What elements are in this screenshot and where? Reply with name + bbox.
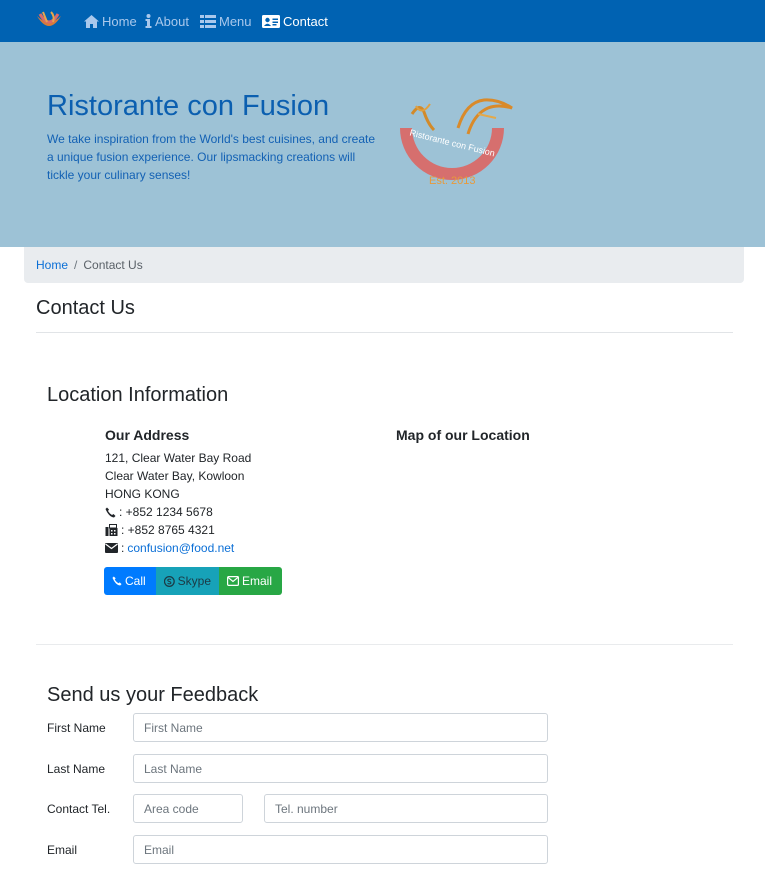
fax-row: : +852 8765 4321: [105, 521, 251, 539]
phone-row: : +852 1234 5678: [105, 503, 251, 521]
logo-name-text: Ristorante con Fusion: [409, 128, 496, 159]
nav-about-label: About: [155, 13, 189, 29]
nav-contact[interactable]: Contact: [262, 12, 328, 30]
skype-icon: [164, 575, 175, 587]
envelope-icon: [105, 543, 118, 553]
nav-home-label: Home: [102, 13, 137, 29]
email-input[interactable]: [133, 835, 548, 864]
breadcrumb: Home / Contact Us: [24, 247, 744, 283]
email-prefix: :: [121, 541, 125, 555]
fax-icon: [105, 524, 118, 536]
info-icon: [145, 14, 152, 28]
tel-number-input[interactable]: [264, 794, 548, 823]
restaurant-logo: Ristorante con Fusion Est. 2013: [400, 98, 513, 187]
address-block: 121, Clear Water Bay Road Clear Water Ba…: [105, 449, 251, 557]
first-name-label: First Name: [47, 721, 106, 735]
email-row: : confusion@food.net: [105, 539, 251, 557]
logo-est-text: Est. 2013: [429, 175, 475, 187]
phone-number: : +852 1234 5678: [119, 505, 213, 519]
envelope-icon: [227, 576, 239, 586]
nav-menu[interactable]: Menu: [200, 12, 252, 30]
jumbotron: Ristorante con Fusion We take inspiratio…: [0, 42, 765, 247]
phone-icon: [112, 576, 122, 586]
nav-contact-label: Contact: [283, 13, 328, 29]
home-icon: [84, 14, 99, 28]
email-link[interactable]: confusion@food.net: [127, 539, 234, 557]
nav-about[interactable]: About: [145, 12, 189, 30]
address-line-2: Clear Water Bay, Kowloon: [105, 469, 245, 483]
address-line-1: 121, Clear Water Bay Road: [105, 451, 252, 465]
address-card-icon: [262, 14, 280, 28]
first-name-input[interactable]: [133, 713, 548, 742]
nav-menu-label: Menu: [219, 13, 252, 29]
list-icon: [200, 14, 216, 28]
navbar: Home About Menu Contact: [0, 0, 765, 42]
last-name-label: Last Name: [47, 762, 106, 776]
call-button-label: Call: [125, 574, 146, 588]
contact-button-group: Call Skype Email: [104, 567, 282, 595]
page-title: Contact Us: [36, 297, 135, 319]
brand-logo[interactable]: [34, 8, 64, 34]
jumbotron-text: We take inspiration from the World's bes…: [47, 132, 376, 182]
map-title: Map of our Location: [396, 427, 530, 443]
divider: [36, 332, 733, 333]
location-title: Location Information: [47, 384, 229, 406]
divider: [36, 644, 733, 645]
address-line-3: HONG KONG: [105, 487, 180, 501]
address-title: Our Address: [105, 427, 190, 443]
nav-home[interactable]: Home: [84, 12, 137, 30]
email-button-label: Email: [242, 574, 273, 588]
phone-icon: [105, 507, 116, 517]
feedback-title: Send us your Feedback: [47, 684, 259, 706]
fax-number: : +852 8765 4321: [121, 523, 215, 537]
breadcrumb-separator: /: [74, 258, 78, 272]
jumbotron-title: Ristorante con Fusion: [47, 90, 330, 122]
contact-tel-label: Contact Tel.: [47, 802, 111, 816]
email-label: Email: [47, 843, 78, 857]
skype-button-label: Skype: [177, 574, 211, 588]
call-button[interactable]: Call: [104, 567, 156, 595]
last-name-input[interactable]: [133, 754, 548, 783]
area-code-input[interactable]: [133, 794, 243, 823]
email-button[interactable]: Email: [219, 567, 282, 595]
breadcrumb-home[interactable]: Home: [36, 258, 68, 272]
breadcrumb-current: Contact Us: [83, 258, 143, 272]
skype-button[interactable]: Skype: [156, 567, 219, 595]
